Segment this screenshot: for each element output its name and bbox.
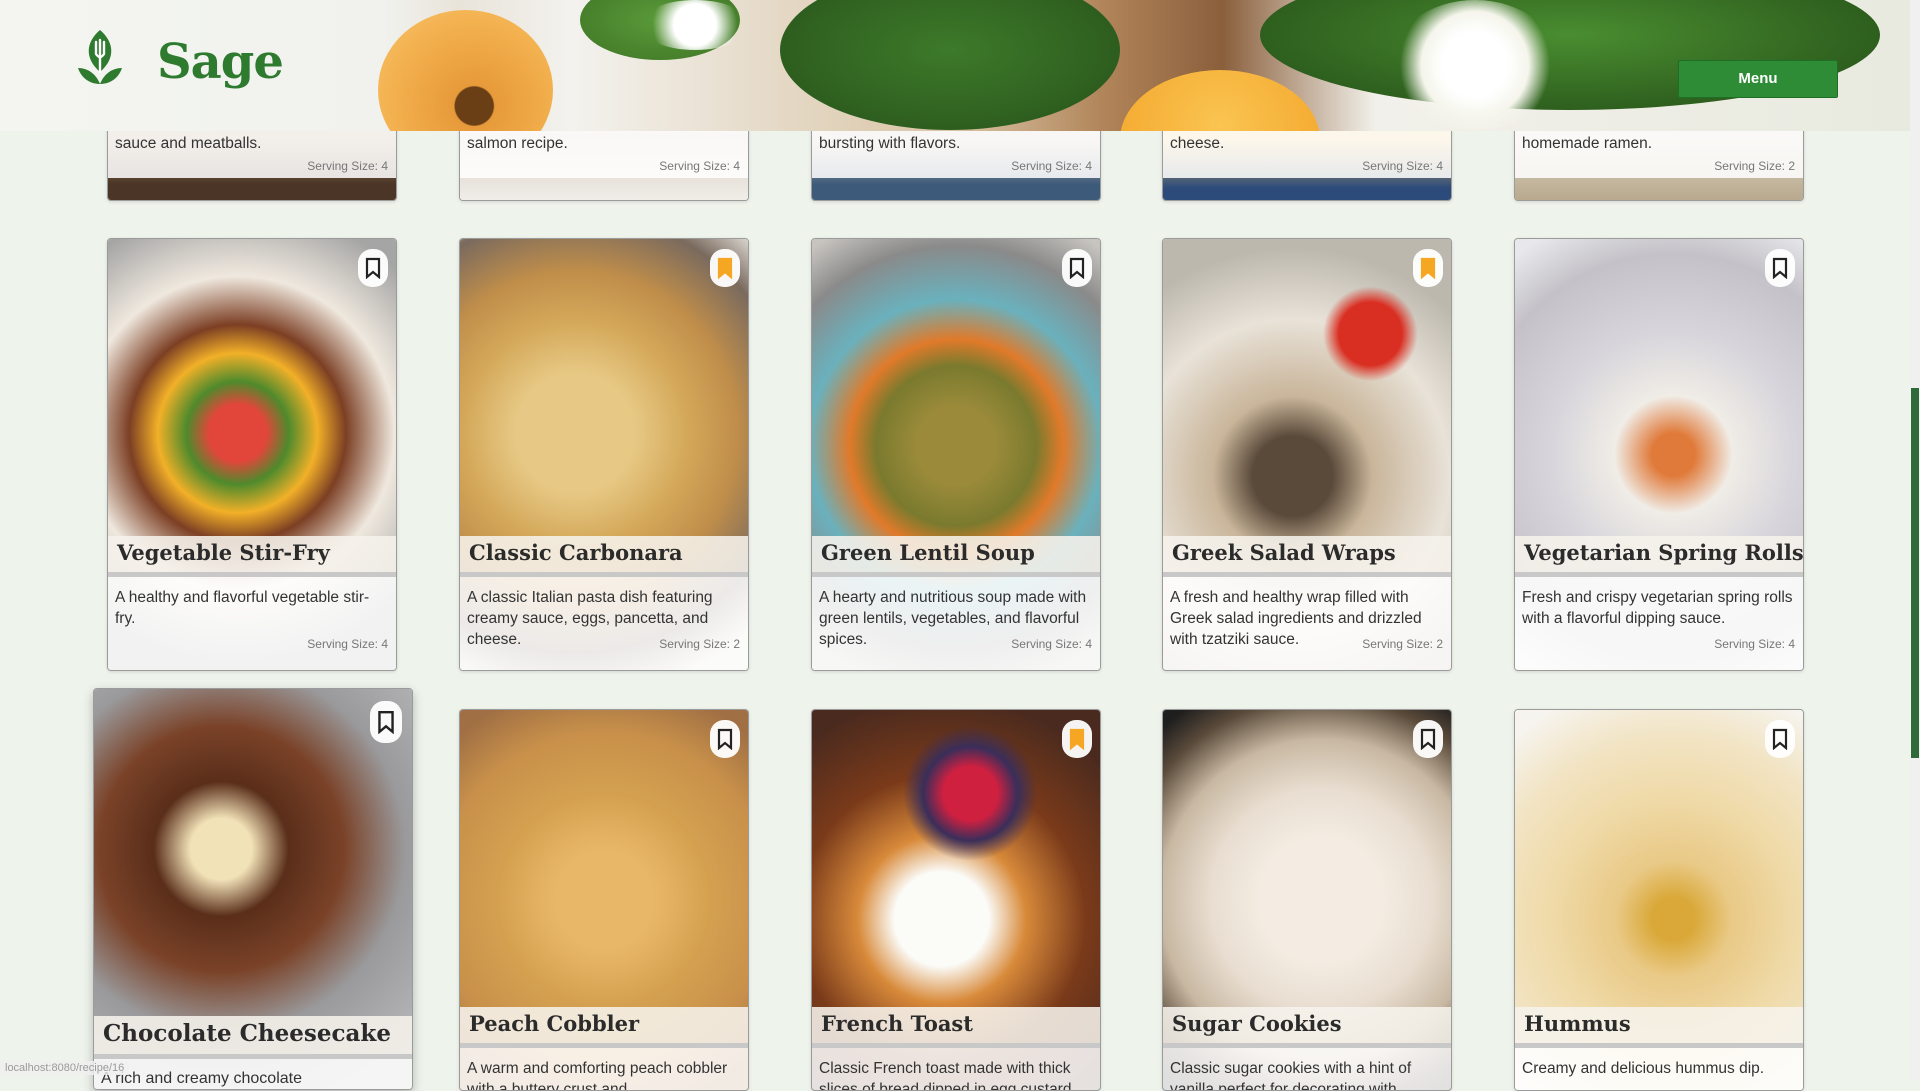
recipe-description: sauce and meatballs.	[115, 135, 262, 152]
serving-size: Serving Size: 2	[659, 637, 740, 651]
recipe-title-bar: Chocolate Cheesecake	[94, 1016, 412, 1059]
recipe-description: Creamy and delicious hummus dip.	[1522, 1060, 1765, 1077]
recipe-title[interactable]: Chocolate Cheesecake	[103, 1020, 391, 1047]
header-leaf-decoration	[780, 0, 1120, 130]
bookmark-button[interactable]	[370, 701, 402, 743]
serving-size: Serving Size: 4	[659, 159, 740, 173]
recipe-description: salmon recipe.	[467, 135, 568, 152]
recipe-card[interactable]: Green Lentil Soup A hearty and nutritiou…	[811, 238, 1101, 671]
recipe-title[interactable]: Greek Salad Wraps	[1172, 540, 1396, 565]
recipe-description-box: A warm and comforting peach cobbler with…	[460, 1048, 748, 1091]
recipe-description-box: salmon recipe. Serving Size: 4	[460, 124, 748, 178]
bookmark-button[interactable]	[1765, 249, 1795, 287]
bookmark-button[interactable]	[358, 249, 388, 287]
recipe-title-bar: French Toast	[812, 1007, 1100, 1048]
recipe-description-box: A hearty and nutritious soup made with g…	[812, 577, 1100, 670]
recipe-description: Classic sugar cookies with a hint of van…	[1170, 1060, 1412, 1091]
recipe-description: A healthy and flavorful vegetable stir-f…	[115, 589, 370, 627]
recipe-title-bar: Vegetarian Spring Rolls	[1515, 536, 1803, 577]
recipe-title[interactable]: Vegetarian Spring Rolls	[1524, 540, 1803, 565]
recipe-card[interactable]: Vegetarian Spring Rolls Fresh and crispy…	[1514, 238, 1804, 671]
serving-size: Serving Size: 4	[1362, 159, 1443, 173]
serving-size: Serving Size: 2	[1362, 637, 1443, 651]
bookmark-icon	[717, 728, 733, 750]
header-flower-decoration	[640, 0, 750, 50]
header-flower-decoration	[1390, 0, 1560, 130]
header-orange-decoration	[1120, 70, 1320, 131]
recipe-title-bar: Vegetable Stir-Fry	[108, 536, 396, 577]
recipe-title-bar: Greek Salad Wraps	[1163, 536, 1451, 577]
recipe-description-box: Creamy and delicious hummus dip.	[1515, 1048, 1803, 1090]
serving-size: Serving Size: 4	[1714, 637, 1795, 651]
recipe-description: Fresh and crispy vegetarian spring rolls…	[1522, 589, 1793, 627]
header-apricot-decoration	[378, 10, 553, 131]
recipe-title[interactable]: Classic Carbonara	[469, 540, 683, 565]
bookmark-icon	[1772, 257, 1788, 279]
recipe-description: homemade ramen.	[1522, 135, 1653, 152]
bookmark-icon	[378, 710, 394, 734]
recipe-title[interactable]: Hummus	[1524, 1011, 1631, 1036]
bookmark-icon	[1069, 257, 1085, 279]
bookmark-icon	[1420, 728, 1436, 750]
serving-size: Serving Size: 4	[307, 637, 388, 651]
bookmark-button[interactable]	[1765, 720, 1795, 758]
recipe-title-bar: Sugar Cookies	[1163, 1007, 1451, 1048]
recipe-card[interactable]: Peach Cobbler A warm and comforting peac…	[459, 709, 749, 1091]
recipe-title-bar: Classic Carbonara	[460, 536, 748, 577]
recipe-card[interactable]: Vegetable Stir-Fry A healthy and flavorf…	[107, 238, 397, 671]
recipe-description-box: Classic sugar cookies with a hint of van…	[1163, 1048, 1451, 1091]
bookmark-button[interactable]	[710, 249, 740, 287]
recipe-card[interactable]: Hummus Creamy and delicious hummus dip.	[1514, 709, 1804, 1091]
leaf-fork-icon[interactable]	[72, 28, 128, 86]
recipe-title[interactable]: Green Lentil Soup	[821, 540, 1035, 565]
serving-size: Serving Size: 4	[1011, 159, 1092, 173]
recipe-description-box: A rich and creamy chocolate	[94, 1059, 412, 1089]
menu-button[interactable]: Menu	[1678, 60, 1838, 98]
recipe-description-box: A classic Italian pasta dish featuring c…	[460, 577, 748, 670]
recipe-description-box: A fresh and healthy wrap filled with Gre…	[1163, 577, 1451, 670]
recipe-description: bursting with flavors.	[819, 135, 961, 152]
recipe-description: A rich and creamy chocolate	[101, 1070, 302, 1087]
recipe-title[interactable]: Peach Cobbler	[469, 1011, 639, 1036]
recipe-title-bar: Peach Cobbler	[460, 1007, 748, 1048]
recipe-title-bar: Green Lentil Soup	[812, 536, 1100, 577]
bookmark-icon	[1420, 257, 1436, 279]
recipe-title[interactable]: Vegetable Stir-Fry	[117, 540, 330, 565]
serving-size: Serving Size: 2	[1714, 159, 1795, 173]
site-header: Sage Menu	[0, 0, 1910, 131]
recipe-title-bar: Hummus	[1515, 1007, 1803, 1048]
recipe-description: cheese.	[1170, 135, 1225, 152]
recipe-title[interactable]: French Toast	[821, 1011, 973, 1036]
recipe-description: Classic French toast made with thick sli…	[819, 1060, 1072, 1091]
serving-size: Serving Size: 4	[1011, 637, 1092, 651]
recipe-description-box: sauce and meatballs. Serving Size: 4	[108, 124, 396, 178]
recipe-description-box: homemade ramen. Serving Size: 2	[1515, 124, 1803, 178]
bookmark-button[interactable]	[710, 720, 740, 758]
bookmark-icon	[1772, 728, 1788, 750]
bookmark-button[interactable]	[1413, 249, 1443, 287]
bookmark-button[interactable]	[1062, 249, 1092, 287]
scrollbar-thumb[interactable]	[1911, 388, 1919, 758]
recipe-description: A warm and comforting peach cobbler with…	[467, 1060, 728, 1091]
recipe-card-hovered[interactable]: Chocolate Cheesecake A rich and creamy c…	[93, 688, 413, 1090]
recipe-description-box: cheese. Serving Size: 4	[1163, 124, 1451, 178]
recipe-description-box: bursting with flavors. Serving Size: 4	[812, 124, 1100, 178]
bookmark-button[interactable]	[1062, 720, 1092, 758]
bookmark-icon	[1069, 728, 1085, 750]
recipe-card[interactable]: Sugar Cookies Classic sugar cookies with…	[1162, 709, 1452, 1091]
bookmark-icon	[717, 257, 733, 279]
recipe-card[interactable]: French Toast Classic French toast made w…	[811, 709, 1101, 1091]
bookmark-icon	[365, 257, 381, 279]
recipe-description-box: A healthy and flavorful vegetable stir-f…	[108, 577, 396, 670]
bookmark-button[interactable]	[1413, 720, 1443, 758]
recipe-card[interactable]: Greek Salad Wraps A fresh and healthy wr…	[1162, 238, 1452, 671]
brand-name[interactable]: Sage	[157, 34, 284, 90]
serving-size: Serving Size: 4	[307, 159, 388, 173]
status-bar-url: localhost:8080/recipe/16	[0, 1061, 130, 1075]
recipe-title[interactable]: Sugar Cookies	[1172, 1011, 1342, 1036]
recipe-card[interactable]: Classic Carbonara A classic Italian past…	[459, 238, 749, 671]
recipe-description-box: Fresh and crispy vegetarian spring rolls…	[1515, 577, 1803, 670]
recipe-description-box: Classic French toast made with thick sli…	[812, 1048, 1100, 1091]
